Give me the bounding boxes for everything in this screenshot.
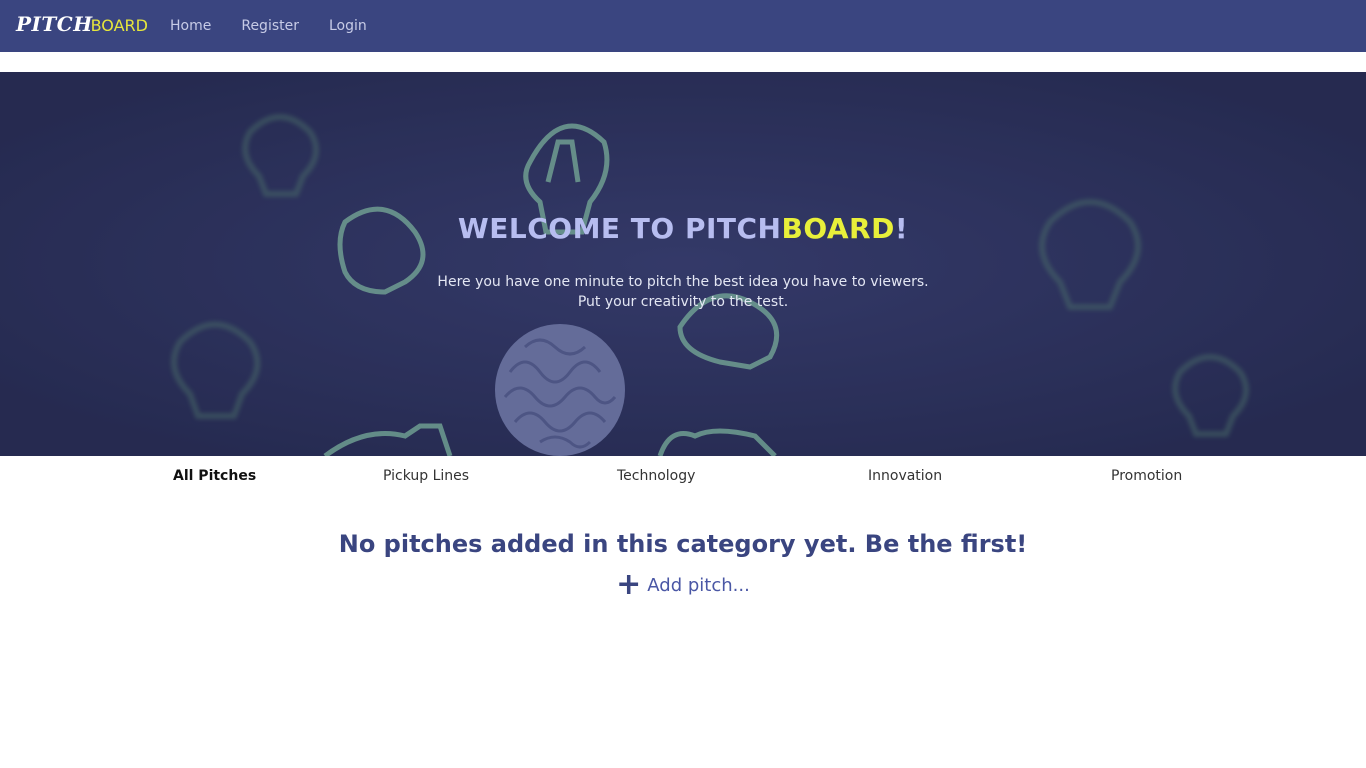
tab-pickup-lines[interactable]: Pickup Lines	[383, 468, 469, 484]
nav-login-link[interactable]: Login	[329, 18, 367, 34]
hero-title-main: WELCOME TO PITCH	[457, 212, 782, 245]
brand-pitch-text: PITCH	[16, 12, 93, 36]
hero-subtitle-line-2: Put your creativity to the test.	[577, 294, 789, 310]
hero-subtitle-line-1: Here you have one minute to pitch the be…	[437, 274, 929, 290]
tab-all-pitches[interactable]: All Pitches	[173, 468, 256, 484]
nav-home-link[interactable]: Home	[170, 18, 211, 34]
brand-logo[interactable]: PITCH BOARD	[16, 12, 148, 36]
tab-promotion[interactable]: Promotion	[1111, 468, 1182, 484]
hero-subtitle: Here you have one minute to pitch the be…	[0, 272, 1366, 312]
hero-title: WELCOME TO PITCHBOARD!	[0, 212, 1366, 245]
hero-banner: WELCOME TO PITCHBOARD! Here you have one…	[0, 72, 1366, 456]
category-tabs: All Pitches Pickup Lines Technology Inno…	[0, 456, 1366, 496]
nav-register-link[interactable]: Register	[241, 18, 299, 34]
empty-state-message: No pitches added in this category yet. B…	[338, 530, 1028, 558]
brand-board-text: BOARD	[90, 16, 148, 35]
tab-innovation[interactable]: Innovation	[868, 468, 942, 484]
hero-title-accent: BOARD	[781, 212, 895, 245]
add-pitch-button[interactable]: + Add pitch...	[0, 570, 1366, 600]
add-pitch-label: Add pitch...	[647, 574, 750, 596]
tab-technology[interactable]: Technology	[617, 468, 695, 484]
nav-links: Home Register Login	[170, 0, 367, 52]
plus-icon: +	[616, 567, 642, 602]
hero-background-image	[0, 72, 1366, 456]
hero-title-end: !	[894, 212, 909, 245]
navbar: PITCH BOARD Home Register Login	[0, 0, 1366, 52]
